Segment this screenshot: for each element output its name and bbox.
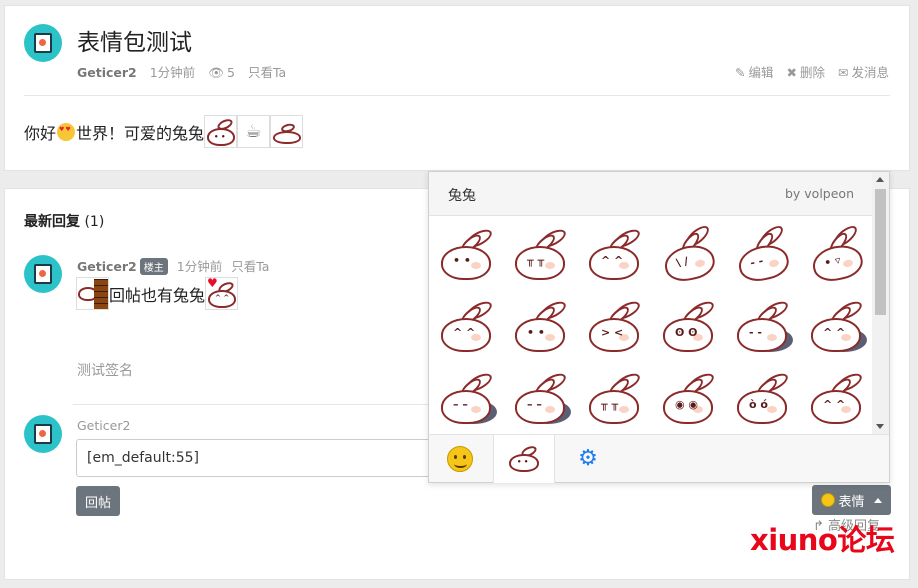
reply-input[interactable]: [76, 439, 446, 477]
emoji-pack-author: by volpeon: [784, 186, 854, 201]
edit-icon: ✎: [735, 65, 746, 80]
bunny-emoji[interactable]: ^ ^: [431, 290, 505, 362]
bunny-emoji[interactable]: ^ ^: [579, 218, 653, 290]
emoji-grid: • • ╥ ╥ ^ ^ \ / - - • ▿ ^ ^ • • > < ʘ ʘ- - ^ ^ – – –…: [429, 216, 872, 432]
delete-button[interactable]: ✖ 删除: [787, 65, 826, 80]
thread-meta: Geticer2 1分钟前 👁 5 只看Ta: [77, 62, 295, 81]
thread-title: 表情包测试: [77, 30, 192, 56]
bunny-emoji[interactable]: ò ó: [727, 362, 801, 432]
tab-settings[interactable]: ⚙: [557, 435, 619, 483]
bunny-emoji[interactable]: ╥ ╥: [505, 218, 579, 290]
bunny-emoji[interactable]: > <: [579, 290, 653, 362]
replies-header: 最新回复 (1): [24, 214, 105, 230]
message-button[interactable]: ✉ 发消息: [838, 65, 889, 80]
envelope-icon: ✉: [838, 65, 849, 80]
thread-content: 你好 世界！可爱的兔兔 • • ☕: [24, 115, 304, 148]
caret-up-icon: [873, 497, 882, 503]
emoji-panel-header: 兔兔 by volpeon: [429, 172, 872, 216]
smile-icon: [821, 493, 836, 507]
author-name[interactable]: Geticer2: [77, 65, 137, 80]
watermark: xiuno论坛: [750, 523, 895, 557]
scroll-up-icon[interactable]: [876, 177, 884, 182]
signature: 测试签名: [77, 363, 133, 379]
reply-avatar[interactable]: [24, 255, 62, 293]
tab-default-emoji[interactable]: [429, 435, 491, 483]
scroll-thumb[interactable]: [875, 189, 886, 315]
bunny-emoji[interactable]: ^ ^: [801, 290, 872, 362]
content-text: 你好: [24, 123, 57, 143]
bunny-emoji[interactable]: • •: [505, 290, 579, 362]
emoji-tabs: • • ⚙: [429, 434, 889, 483]
bunny-icon: • •: [507, 444, 541, 473]
bunny-emoji[interactable]: ╥ ╥: [579, 362, 653, 432]
reply-form-author: Geticer2: [77, 418, 131, 433]
tab-bunny-pack[interactable]: • •: [493, 435, 555, 483]
content-text: 世界！可爱的兔兔: [76, 123, 205, 143]
bunny-emoji[interactable]: ^ ^: [801, 362, 872, 432]
reply-time: 1分钟前: [176, 259, 223, 274]
bunny-heart-sticker: ♥ ^ ^: [205, 277, 239, 310]
scroll-down-icon[interactable]: [876, 424, 884, 429]
divider: [24, 95, 890, 96]
close-icon: ✖: [786, 65, 797, 80]
bunny-emoji[interactable]: ʘ ʘ: [653, 290, 727, 362]
smiley-icon: [447, 446, 473, 472]
bunny-emoji[interactable]: • •: [431, 218, 505, 290]
coffee-sticker: ☕: [237, 115, 271, 148]
emoji-panel: 兔兔 by volpeon • • ╥ ╥ ^ ^ \ / - - • ▿ ^ ^ • • > …: [428, 171, 890, 483]
thread-actions: ✎ 编辑 ✖ 删除 ✉ 发消息: [726, 62, 889, 81]
bunny-emoji[interactable]: – –: [505, 362, 579, 432]
gear-icon: ⚙: [578, 446, 598, 471]
current-user-avatar[interactable]: [24, 415, 62, 453]
reply-only-author-link[interactable]: 只看Ta: [231, 259, 269, 274]
thread-card: 表情包测试 Geticer2 1分钟前 👁 5 只看Ta ✎ 编辑 ✖ 删除 ✉ 发消息…: [4, 5, 910, 171]
eye-icon: 👁: [208, 65, 225, 80]
bunny-emoji[interactable]: ◉ ◉: [653, 362, 727, 432]
bunny-emoji[interactable]: • ▿: [801, 218, 872, 290]
view-count: 👁 5: [208, 65, 235, 80]
reply-author-name[interactable]: Geticer2: [77, 259, 137, 274]
submit-reply-button[interactable]: 回帖: [76, 486, 120, 516]
bunny-sticker: [270, 115, 304, 148]
bunny-emoji[interactable]: – –: [431, 362, 505, 432]
only-author-link[interactable]: 只看Ta: [248, 65, 286, 80]
bunny-emoji[interactable]: - -: [727, 290, 801, 362]
reply-text: 回帖也有兔兔: [109, 285, 206, 305]
bunny-sticker: • •: [204, 115, 238, 148]
reply-meta: Geticer2 楼主 1分钟前 只看Ta: [77, 256, 278, 275]
bunny-wall-sticker: [76, 277, 109, 310]
bunny-emoji[interactable]: - -: [727, 218, 801, 290]
emoji-scrollbar[interactable]: [872, 172, 889, 434]
heart-eyes-emoji-icon: [57, 122, 76, 141]
author-avatar[interactable]: [24, 24, 62, 62]
reply-content: 回帖也有兔兔 ♥ ^ ^: [76, 277, 239, 310]
post-time: 1分钟前: [149, 65, 196, 80]
emoji-toggle-button[interactable]: 表情: [812, 485, 891, 515]
owner-badge: 楼主: [139, 258, 168, 275]
edit-button[interactable]: ✎ 编辑: [735, 65, 774, 80]
emoji-pack-name: 兔兔: [448, 188, 476, 204]
bunny-emoji[interactable]: \ /: [653, 218, 727, 290]
